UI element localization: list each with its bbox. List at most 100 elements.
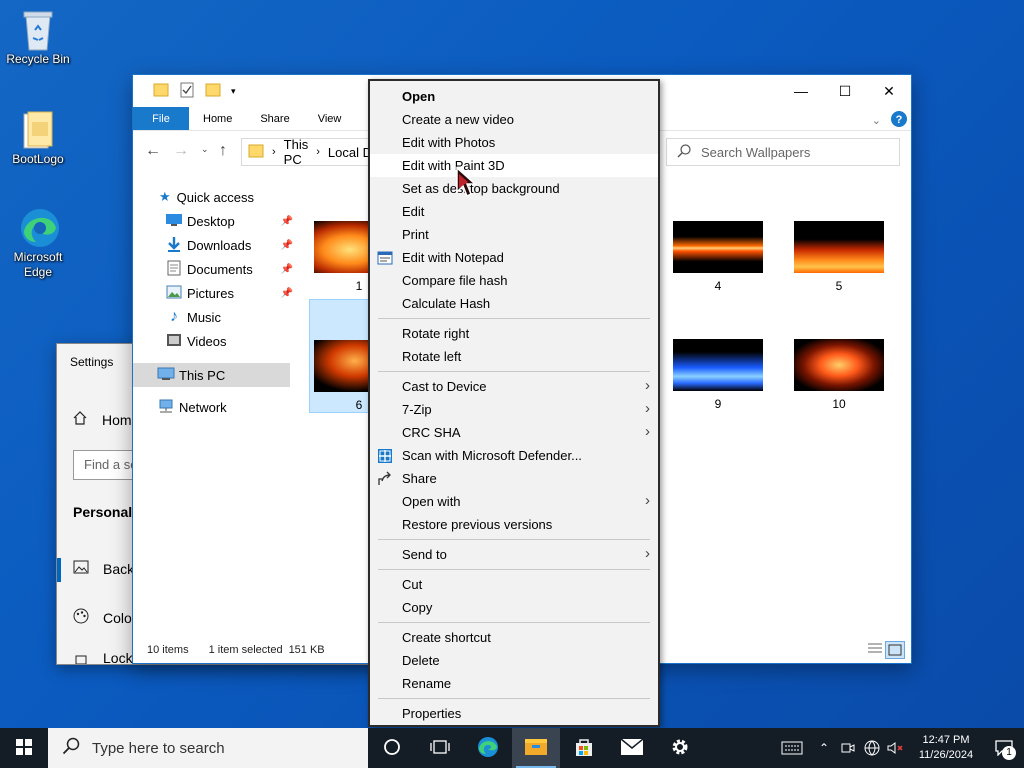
- menu-item-label: Edit with Photos: [402, 135, 496, 150]
- forward-icon[interactable]: →: [173, 142, 189, 160]
- nav-item-pictures[interactable]: Pictures 📌: [133, 281, 303, 305]
- large-icons-view-icon[interactable]: [885, 641, 905, 659]
- menu-item-edit-with-photos[interactable]: Edit with Photos: [370, 131, 658, 154]
- menu-item-open-with[interactable]: Open with ›: [370, 490, 658, 513]
- taskbar-file-explorer[interactable]: [512, 728, 560, 768]
- menu-item-properties[interactable]: Properties: [370, 702, 658, 725]
- up-icon[interactable]: ↑: [219, 142, 227, 160]
- menu-item-print[interactable]: Print: [370, 223, 658, 246]
- tab-home[interactable]: Home: [189, 107, 246, 130]
- meet-now-icon[interactable]: [836, 728, 860, 768]
- menu-item-rotate-right[interactable]: Rotate right: [370, 322, 658, 345]
- notifications-button[interactable]: 1: [984, 728, 1024, 768]
- folder-icon: [248, 144, 264, 161]
- nav-item-videos[interactable]: Videos: [133, 329, 303, 353]
- search-input[interactable]: Search Wallpapers: [666, 138, 900, 166]
- menu-item-share[interactable]: Share: [370, 467, 658, 490]
- maximize-button[interactable]: ☐: [823, 75, 867, 107]
- properties-icon[interactable]: [179, 82, 195, 101]
- taskbar-mail[interactable]: [608, 728, 656, 768]
- taskbar-settings[interactable]: [656, 728, 704, 768]
- menu-item-7-zip[interactable]: 7-Zip ›: [370, 398, 658, 421]
- start-button[interactable]: [0, 728, 48, 768]
- desktop-icon-bootlogo[interactable]: BootLogo: [0, 108, 76, 167]
- nav-label: Documents: [187, 261, 253, 277]
- menu-item-label: Rename: [402, 676, 452, 691]
- minimize-button[interactable]: —: [779, 75, 823, 107]
- menu-item-edit-with-paint-3d[interactable]: Edit with Paint 3D: [370, 154, 658, 177]
- menu-item-rotate-left[interactable]: Rotate left: [370, 345, 658, 368]
- clock[interactable]: 12:47 PM 11/26/2024: [908, 733, 984, 763]
- folder-icon[interactable]: [153, 82, 169, 101]
- document-icon: [165, 260, 183, 279]
- context-menu: Open Create a new video Edit with Photos Ed…: [368, 79, 660, 727]
- menu-item-compare-file-hash[interactable]: Compare file hash: [370, 269, 658, 292]
- menu-item-calculate-hash[interactable]: Calculate Hash: [370, 292, 658, 315]
- file-item[interactable]: 10: [789, 339, 889, 411]
- tab-file[interactable]: File: [133, 107, 189, 130]
- taskbar-search[interactable]: Type here to search: [48, 728, 368, 768]
- menu-item-label: Create shortcut: [402, 630, 491, 645]
- taskbar-store[interactable]: [560, 728, 608, 768]
- details-view-icon[interactable]: [867, 642, 883, 659]
- nav-this-pc[interactable]: This PC: [133, 363, 290, 387]
- close-button[interactable]: ✕: [867, 75, 911, 107]
- network-icon[interactable]: [860, 728, 884, 768]
- menu-item-create-a-new-video[interactable]: Create a new video: [370, 108, 658, 131]
- breadcrumb-this-pc[interactable]: This PC: [284, 137, 309, 167]
- task-view-button[interactable]: [416, 728, 464, 768]
- file-item[interactable]: 4: [668, 221, 768, 293]
- nav-quick-access[interactable]: ★ Quick access: [133, 185, 303, 209]
- help-icon[interactable]: ?: [891, 111, 907, 130]
- menu-item-crc-sha[interactable]: CRC SHA ›: [370, 421, 658, 444]
- nav-network[interactable]: Network: [133, 395, 303, 419]
- nav-item-music[interactable]: ♪ Music: [133, 305, 303, 329]
- address-bar[interactable]: › This PC › Local Disk (C:): [241, 137, 413, 167]
- menu-item-rename[interactable]: Rename: [370, 672, 658, 695]
- nav-label: Desktop: [187, 213, 235, 229]
- settings-home[interactable]: Home: [72, 410, 139, 429]
- new-folder-icon[interactable]: [205, 82, 221, 101]
- tab-share[interactable]: Share: [246, 107, 303, 130]
- nav-item-documents[interactable]: Documents 📌: [133, 257, 303, 281]
- window-controls: — ☐ ✕: [779, 75, 911, 107]
- menu-item-cast-to-device[interactable]: Cast to Device ›: [370, 375, 658, 398]
- show-hidden-icons[interactable]: ⌃: [812, 728, 836, 768]
- menu-item-scan-with-microsoft-defender[interactable]: Scan with Microsoft Defender...: [370, 444, 658, 467]
- menu-item-label: Edit with Paint 3D: [402, 158, 505, 173]
- pin-icon: 📌: [280, 239, 293, 251]
- keyboard-icon[interactable]: [772, 728, 812, 768]
- menu-item-delete[interactable]: Delete: [370, 649, 658, 672]
- menu-item-edit[interactable]: Edit: [370, 200, 658, 223]
- menu-item-open[interactable]: Open: [370, 85, 658, 108]
- cortana-button[interactable]: [368, 728, 416, 768]
- desktop-icon-recycle-bin[interactable]: Recycle Bin: [0, 8, 76, 67]
- volume-muted-icon[interactable]: [884, 728, 908, 768]
- nav-item-downloads[interactable]: Downloads 📌: [133, 233, 303, 257]
- menu-item-restore-previous-versions[interactable]: Restore previous versions: [370, 513, 658, 536]
- menu-item-set-as-desktop-background[interactable]: Set as desktop background: [370, 177, 658, 200]
- expand-ribbon-icon[interactable]: ⌄: [872, 114, 881, 127]
- nav-item-desktop[interactable]: Desktop 📌: [133, 209, 303, 233]
- menu-item-label: Create a new video: [402, 112, 515, 127]
- menu-item-send-to[interactable]: Send to ›: [370, 543, 658, 566]
- menu-item-cut[interactable]: Cut: [370, 573, 658, 596]
- file-item[interactable]: 5: [789, 221, 889, 293]
- status-item-count: 10 items: [147, 644, 189, 656]
- tab-view[interactable]: View: [304, 107, 356, 130]
- menu-separator: [378, 569, 650, 570]
- menu-item-create-shortcut[interactable]: Create shortcut: [370, 626, 658, 649]
- menu-item-copy[interactable]: Copy: [370, 596, 658, 619]
- clock-time: 12:47 PM: [922, 734, 970, 746]
- file-item[interactable]: 9: [668, 339, 768, 411]
- pin-icon: 📌: [280, 287, 293, 299]
- chevron-down-icon[interactable]: ▾: [231, 86, 236, 97]
- desktop-icon-edge[interactable]: Microsoft Edge: [0, 206, 76, 280]
- menu-item-label: Compare file hash: [402, 273, 508, 288]
- desktop-icon-label: Microsoft Edge: [13, 250, 63, 279]
- recent-locations-icon[interactable]: ⌄: [201, 144, 209, 155]
- menu-item-edit-with-notepad[interactable]: Edit with Notepad: [370, 246, 658, 269]
- search-placeholder: Search Wallpapers: [701, 144, 811, 160]
- taskbar-edge[interactable]: [464, 728, 512, 768]
- back-icon[interactable]: ←: [145, 142, 161, 160]
